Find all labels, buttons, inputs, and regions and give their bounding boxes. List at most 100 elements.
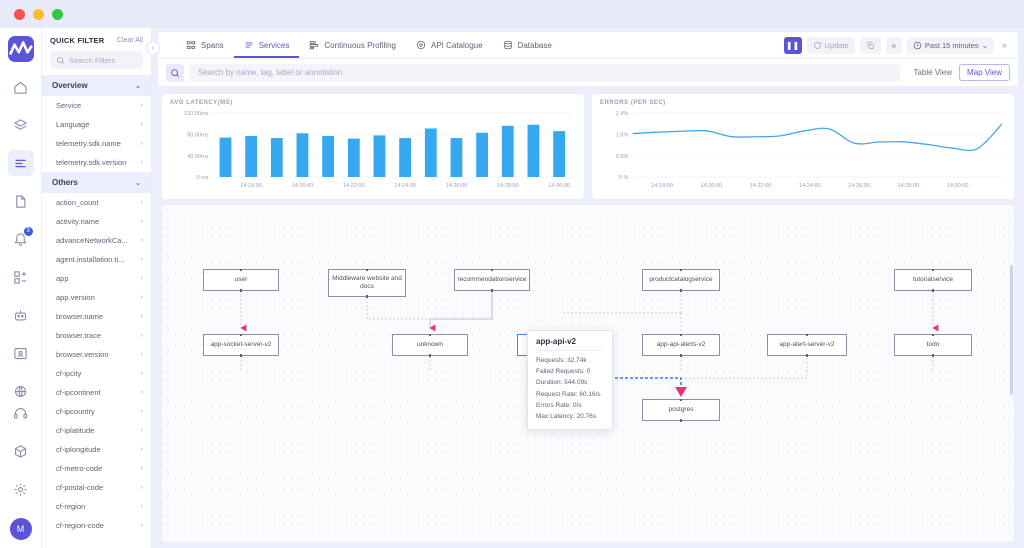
service-node-middleware[interactable]: Middleware website and docs xyxy=(328,269,406,297)
document-icon[interactable] xyxy=(8,188,34,214)
tab-api-catalogue[interactable]: API Catalogue xyxy=(406,32,493,58)
filter-item-label: cf-iplatitude xyxy=(56,426,94,435)
service-node-label: todo xyxy=(927,341,940,349)
filter-item-app-version[interactable]: app.version› xyxy=(42,288,151,307)
avg-latency-plot: 120.00ms80.00ms40.00ms0 ms14:18:0014:20:… xyxy=(170,107,576,195)
maximize-window-button[interactable] xyxy=(52,9,63,20)
filter-group-overview[interactable]: Overview ⌄ xyxy=(42,75,151,96)
tab-database[interactable]: Database xyxy=(493,32,562,58)
filter-item-label: cf-region-code xyxy=(56,521,104,530)
filter-item-service[interactable]: Service› xyxy=(42,96,151,115)
headset-icon[interactable] xyxy=(8,400,34,426)
filter-item-advancenetworkca[interactable]: advanceNetworkCa...› xyxy=(42,231,151,250)
tooltip-title: app-api-v2 xyxy=(536,337,604,351)
time-next-button[interactable]: » xyxy=(999,40,1010,50)
pause-button[interactable]: ❚❚ xyxy=(784,37,802,54)
filter-group-others[interactable]: Others ⌄ xyxy=(42,172,151,193)
clock-icon xyxy=(913,41,922,50)
service-node-postgres[interactable]: postgres xyxy=(642,399,720,421)
svg-text:14:30:00: 14:30:00 xyxy=(548,183,570,189)
filter-item-cf-metro-code[interactable]: cf-metro-code› xyxy=(42,459,151,478)
filter-item-telemetry-sdk-version[interactable]: telemetry.sdk.version› xyxy=(42,153,151,172)
dashboard-add-icon[interactable] xyxy=(8,264,34,290)
service-node-app-socket-server-v2[interactable]: app-socket-server-v2 xyxy=(203,334,279,356)
tab-services[interactable]: Services xyxy=(234,32,300,58)
tooltip-row-duration: Duration: 544.09s xyxy=(536,377,604,388)
service-node-tutorialservice[interactable]: tutorialservice xyxy=(894,269,972,291)
node-port-bottom xyxy=(680,289,683,292)
chevron-down-icon: ⌄ xyxy=(135,179,141,187)
bell-icon[interactable]: 3 xyxy=(8,226,34,252)
service-node-unknown[interactable]: unknown xyxy=(392,334,468,356)
node-port-top xyxy=(680,269,683,272)
app-logo-icon[interactable] xyxy=(8,36,34,62)
filter-item-browser-name[interactable]: browser.name› xyxy=(42,307,151,326)
filter-item-browser-version[interactable]: browser.version› xyxy=(42,345,151,364)
filter-item-cf-region-code[interactable]: cf-region-code› xyxy=(42,516,151,535)
chevron-right-icon: › xyxy=(141,199,143,206)
filter-item-cf-iplongitude[interactable]: cf-iplongitude› xyxy=(42,440,151,459)
cube-icon[interactable] xyxy=(8,438,34,464)
map-view-button[interactable]: Map View xyxy=(959,64,1010,81)
chevron-right-icon: › xyxy=(141,313,143,320)
service-node-label: postgres xyxy=(669,406,694,414)
map-scrollbar[interactable] xyxy=(1010,265,1013,395)
api-icon[interactable] xyxy=(8,112,34,138)
service-node-app-alert-server-v2[interactable]: app-alert-server-v2 xyxy=(767,334,847,356)
collapse-sidebar-button[interactable]: ‹ xyxy=(146,41,160,55)
filter-item-label: cf-postal-code xyxy=(56,483,103,492)
minimize-window-button[interactable] xyxy=(33,9,44,20)
clear-all-button[interactable]: Clear All xyxy=(117,37,143,44)
node-port-bottom xyxy=(932,289,935,292)
service-node-user[interactable]: user xyxy=(203,269,279,291)
tab-spans[interactable]: Spans xyxy=(176,32,234,58)
tab-continuous-profiling[interactable]: Continuous Profiling xyxy=(299,32,406,58)
filter-item-telemetry-sdk-name[interactable]: telemetry.sdk.name› xyxy=(42,134,151,153)
search-input[interactable]: Search by name, tag, label or annotation xyxy=(190,64,900,82)
service-node-productcatalogservice[interactable]: productcatalogservice xyxy=(642,269,720,291)
chevron-right-icon: › xyxy=(141,140,143,147)
svg-text:14:20:00: 14:20:00 xyxy=(292,183,314,189)
table-view-button[interactable]: Table View xyxy=(906,65,959,80)
filter-item-cf-region[interactable]: cf-region› xyxy=(42,497,151,516)
list-icon[interactable] xyxy=(8,150,34,176)
user-session-icon[interactable] xyxy=(8,340,34,366)
gear-icon[interactable] xyxy=(8,476,34,502)
close-window-button[interactable] xyxy=(14,9,25,20)
home-icon[interactable] xyxy=(8,74,34,100)
filter-search-input[interactable]: Search Filters xyxy=(50,51,143,69)
service-node-todo[interactable]: todo xyxy=(894,334,972,356)
filter-item-agent-installation-ti[interactable]: agent.installation.ti...› xyxy=(42,250,151,269)
tab-label: API Catalogue xyxy=(431,41,483,50)
tooltip-row-requests: Requests: 32.74k xyxy=(536,355,604,366)
filter-item-cf-ipcontinent[interactable]: cf-ipcontinent› xyxy=(42,383,151,402)
update-button[interactable]: Update xyxy=(807,37,855,54)
filter-item-cf-ipcountry[interactable]: cf-ipcountry› xyxy=(42,402,151,421)
filter-item-cf-iplatitude[interactable]: cf-iplatitude› xyxy=(42,421,151,440)
filter-item-label: app.version xyxy=(56,293,95,302)
filter-item-cf-postal-code[interactable]: cf-postal-code› xyxy=(42,478,151,497)
copy-button[interactable] xyxy=(860,37,881,54)
time-prev-button[interactable]: « xyxy=(886,37,902,54)
avatar[interactable]: M xyxy=(10,518,32,540)
filter-list[interactable]: Overview ⌄ Service› Language› telemetry.… xyxy=(42,75,151,548)
service-node-app-api-alerts-v2[interactable]: app-api-alerts-v2 xyxy=(642,334,720,356)
robot-icon[interactable] xyxy=(8,302,34,328)
filter-group-overview-label: Overview xyxy=(52,81,88,90)
time-range-selector[interactable]: Past 15 minutes ⌄ xyxy=(907,37,994,54)
filter-item-app[interactable]: app› xyxy=(42,269,151,288)
filter-item-label: Service xyxy=(56,101,81,110)
search-icon[interactable] xyxy=(166,64,184,82)
filter-item-cf-ipcity[interactable]: cf-ipcity› xyxy=(42,364,151,383)
filter-search-placeholder: Search Filters xyxy=(69,56,115,65)
node-port-bottom xyxy=(366,295,369,298)
filter-item-language[interactable]: Language› xyxy=(42,115,151,134)
tab-bar: Spans Services Continuous Profiling API … xyxy=(158,32,1018,58)
filter-item-browser-trace[interactable]: browser.trace› xyxy=(42,326,151,345)
chart-title: ERRORS (PER SEC) xyxy=(600,100,1006,106)
service-map[interactable]: user Middleware website and docs recommend… xyxy=(162,205,1014,542)
filter-item-activity-name[interactable]: activity.name› xyxy=(42,212,151,231)
filter-item-action-count[interactable]: action_count› xyxy=(42,193,151,212)
service-node-recommendationservice[interactable]: recommendationservice xyxy=(454,269,530,291)
svg-text:14:26:00: 14:26:00 xyxy=(446,183,468,189)
